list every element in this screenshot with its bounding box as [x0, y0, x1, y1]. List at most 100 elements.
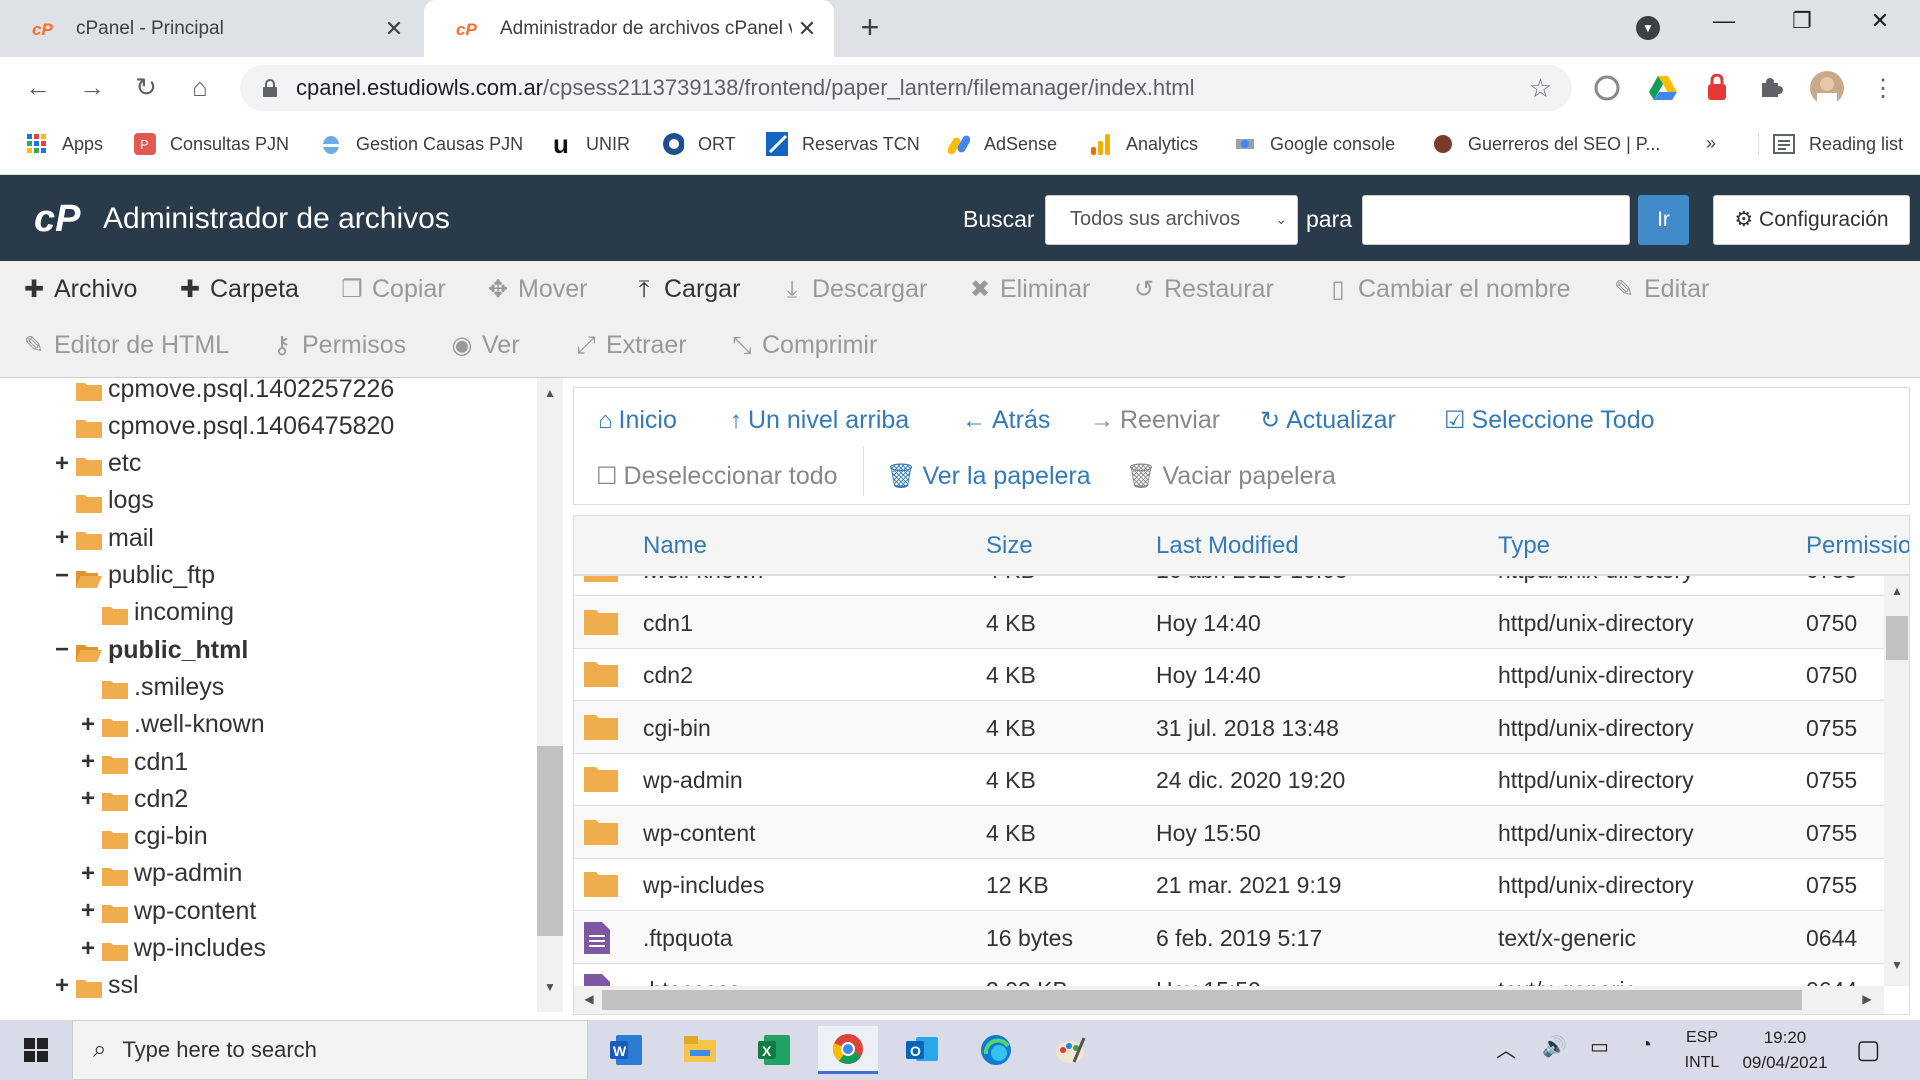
- expand-icon[interactable]: +: [52, 450, 72, 478]
- tree-item[interactable]: cgi-bin: [78, 819, 208, 855]
- bookmark-consultas-pjn[interactable]: P Consultas PJN: [134, 133, 289, 155]
- tree-scrollbar[interactable]: ▲ ▼: [537, 378, 563, 1012]
- rename-button[interactable]: ▯ Cambiar el nombre: [1326, 275, 1570, 304]
- wifi-icon[interactable]: ◔: [1640, 1034, 1652, 1057]
- tree-scroll-thumb[interactable]: [537, 746, 563, 936]
- move-button[interactable]: ✥ Mover: [486, 275, 588, 304]
- battery-icon[interactable]: ▭: [1590, 1034, 1609, 1059]
- table-horizontal-scrollbar[interactable]: ◀ ▶: [574, 986, 1884, 1014]
- show-hidden-icons-chevron[interactable]: ︿: [1496, 1034, 1516, 1063]
- table-row[interactable]: cgi-bin 4 KB 31 jul. 2018 13:48 httpd/unix-…: [574, 701, 1884, 754]
- tree-item[interactable]: + wp-includes: [78, 931, 266, 967]
- table-row[interactable]: .htaccess 3.02 KB Hoy 15:50 text/x-generic 0…: [574, 964, 1884, 986]
- tree-item[interactable]: logs: [52, 483, 154, 519]
- tree-item[interactable]: + wp-admin: [78, 856, 242, 892]
- scroll-up-icon[interactable]: ▲: [1884, 584, 1909, 598]
- maximize-icon[interactable]: ❐: [1782, 8, 1822, 34]
- tab-cpanel-principal[interactable]: cP cPanel - Principal ✕: [0, 0, 421, 57]
- input-language[interactable]: ESP INTL: [1680, 1025, 1724, 1075]
- address-bar[interactable]: cpanel.estudiowls.com.ar/cpsess211373913…: [240, 65, 1572, 111]
- table-row[interactable]: wp-content 4 KB Hoy 15:50 httpd/unix-direct…: [574, 806, 1884, 859]
- tree-item[interactable]: + mail: [52, 520, 154, 556]
- file-explorer-icon[interactable]: [670, 1026, 730, 1074]
- minimize-icon[interactable]: —: [1704, 8, 1744, 34]
- google-drive-icon[interactable]: [1646, 71, 1680, 105]
- window-close-icon[interactable]: ✕: [1860, 8, 1900, 34]
- scroll-down-icon[interactable]: ▼: [1884, 958, 1909, 972]
- bookmark-unir[interactable]: u UNIR: [550, 129, 630, 159]
- tab-close-icon[interactable]: ✕: [379, 16, 409, 42]
- volume-icon[interactable]: 🔊: [1542, 1034, 1567, 1059]
- excel-app-icon[interactable]: X: [744, 1026, 804, 1074]
- new-file-button[interactable]: ✚ Archivo: [22, 275, 137, 304]
- column-size[interactable]: Size: [986, 532, 1033, 560]
- column-name[interactable]: Name: [643, 532, 707, 560]
- bookmark-gestion-causas[interactable]: Gestion Causas PJN: [320, 133, 523, 155]
- tab-close-icon[interactable]: ✕: [792, 16, 822, 42]
- tree-item[interactable]: + wp-content: [78, 893, 256, 929]
- new-folder-button[interactable]: ✚ Carpeta: [178, 275, 299, 304]
- collapse-icon[interactable]: −: [52, 636, 72, 664]
- settings-button[interactable]: ⚙ Configuración: [1713, 195, 1910, 245]
- extract-button[interactable]: ⤢ Extraer: [574, 331, 686, 360]
- expand-icon[interactable]: +: [52, 524, 72, 552]
- table-row[interactable]: wp-admin 4 KB 24 dic. 2020 19:20 httpd/unix…: [574, 754, 1884, 806]
- tab-file-manager[interactable]: cP Administrador de archivos cPanel v3 ✕: [424, 0, 834, 57]
- reading-list-button[interactable]: Reading list: [1758, 133, 1903, 155]
- edge-app-icon[interactable]: [966, 1026, 1026, 1074]
- bookmarks-overflow-chevron[interactable]: »: [1706, 133, 1716, 154]
- scroll-left-icon[interactable]: ◀: [576, 992, 602, 1006]
- home-button[interactable]: ⌂ Inicio: [598, 406, 677, 435]
- tree-item[interactable]: cpmove.psql.1406475820: [52, 408, 394, 444]
- bookmark-apps[interactable]: Apps: [26, 133, 103, 155]
- html-editor-button[interactable]: ✎ Editor de HTML: [22, 331, 229, 360]
- table-scroll-thumb[interactable]: [1886, 616, 1908, 660]
- expand-icon[interactable]: +: [78, 935, 98, 963]
- bookmark-ort[interactable]: ORT: [662, 133, 736, 155]
- system-clock[interactable]: 19:20 09/04/2021: [1730, 1025, 1840, 1075]
- tree-item[interactable]: + cdn1: [78, 744, 188, 780]
- bookmark-star-icon[interactable]: ☆: [1529, 73, 1552, 104]
- table-row[interactable]: .well-known 4 KB 16 abr. 2020 10:05 httpd/u…: [574, 576, 1884, 596]
- tree-item[interactable]: − public_ftp: [52, 558, 215, 594]
- edit-button[interactable]: ✎ Editar: [1612, 275, 1709, 304]
- forward-icon[interactable]: →: [74, 69, 110, 105]
- copy-button[interactable]: ❐ Copiar: [340, 275, 445, 304]
- outlook-app-icon[interactable]: O: [892, 1026, 952, 1074]
- empty-trash-button[interactable]: 🗑 Vaciar papelera: [1126, 462, 1336, 491]
- upload-button[interactable]: ⤒ Cargar: [632, 275, 741, 304]
- tree-item[interactable]: + etc: [52, 446, 141, 482]
- column-type[interactable]: Type: [1498, 532, 1550, 560]
- search-scope-select[interactable]: Todos sus archivos ⌄: [1045, 195, 1298, 245]
- up-one-level-button[interactable]: ↑ Un nivel arriba: [730, 406, 909, 435]
- profile-avatar[interactable]: [1810, 71, 1844, 105]
- extension-icon[interactable]: [1590, 71, 1624, 105]
- browser-menu-icon[interactable]: ⋮: [1866, 71, 1900, 105]
- forward-button[interactable]: → Reenviar: [1090, 406, 1220, 435]
- back-button[interactable]: ← Atrás: [962, 406, 1050, 435]
- tree-item[interactable]: incoming: [78, 595, 234, 631]
- reload-button[interactable]: ↻ Actualizar: [1260, 406, 1396, 435]
- tree-item[interactable]: − public_html: [52, 632, 248, 668]
- bookmark-adsense[interactable]: AdSense: [948, 133, 1057, 155]
- permissions-button[interactable]: ⚷ Permisos: [270, 331, 406, 360]
- notifications-icon[interactable]: ▢: [1856, 1034, 1881, 1065]
- table-hscroll-thumb[interactable]: [602, 990, 1802, 1010]
- puzzle-extensions-icon[interactable]: [1754, 71, 1788, 105]
- column-last-modified[interactable]: Last Modified: [1156, 532, 1299, 560]
- select-all-button[interactable]: ☑ Seleccione Todo: [1444, 406, 1655, 435]
- bookmark-analytics[interactable]: Analytics: [1090, 133, 1198, 155]
- collapse-icon[interactable]: −: [52, 562, 72, 590]
- bookmark-reservas-tcn[interactable]: Reservas TCN: [766, 132, 920, 156]
- search-input[interactable]: [1362, 195, 1630, 245]
- windows-start-button[interactable]: [0, 1020, 72, 1080]
- scroll-right-icon[interactable]: ▶: [1854, 992, 1880, 1006]
- scroll-up-icon[interactable]: ▲: [537, 386, 563, 400]
- home-icon[interactable]: ⌂: [182, 69, 218, 105]
- view-trash-button[interactable]: 🗑 Ver la papelera: [886, 462, 1091, 491]
- table-vertical-scrollbar[interactable]: ▲ ▼: [1884, 576, 1909, 986]
- expand-icon[interactable]: +: [78, 897, 98, 925]
- tree-item[interactable]: .smileys: [78, 669, 224, 705]
- restore-button[interactable]: ↺ Restaurar: [1132, 275, 1274, 304]
- table-row[interactable]: cdn2 4 KB Hoy 14:40 httpd/unix-directory 075…: [574, 649, 1884, 701]
